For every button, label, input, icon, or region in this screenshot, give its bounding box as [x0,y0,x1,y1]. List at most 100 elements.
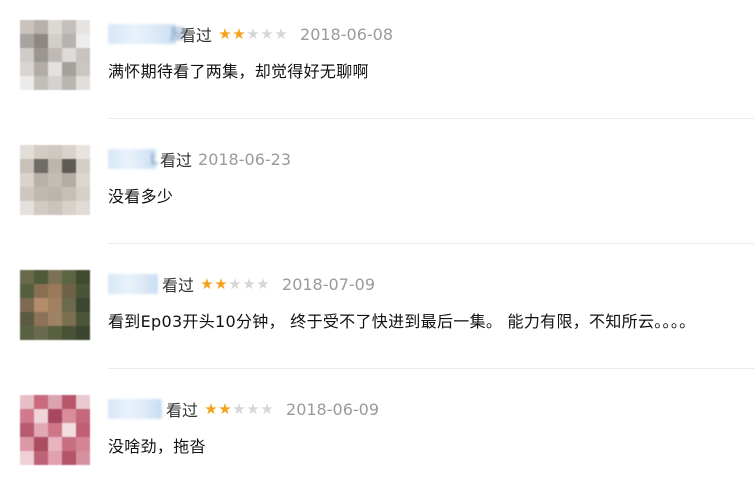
avatar-pixel [62,298,76,312]
avatar-pixel [34,451,48,465]
review-meta: L 看过 2018-06-23 [108,147,291,171]
avatar-pixel [62,76,76,90]
review-meta: 屋 看过 ★ ★ ★ ★ ★ 2018-06-08 [108,22,393,46]
avatar-pixel [20,62,34,76]
avatar-pixel [76,34,90,48]
watched-status: 看过 [160,151,193,170]
avatar-pixel [76,423,90,437]
avatar-pixel [76,145,90,159]
review-item: 屋 看过 ★ ★ ★ ★ ★ 2018-06-08 满怀期待看了两集，却觉得好无聊啊 [0,0,754,125]
avatar-pixel [20,48,34,62]
avatar[interactable] [20,20,90,90]
review-item: L 看过 2018-06-23 没看多少 [0,125,754,250]
review-meta: 看过 ★ ★ ★ ★ ★ 2018-07-09 [108,272,375,296]
avatar-pixel [76,159,90,173]
star-empty-icon: ★ [260,25,274,43]
avatar-pixel [62,284,76,298]
username-link[interactable] [108,274,158,294]
avatar-pixel [20,395,34,409]
avatar-pixel [62,451,76,465]
review-item: 看过 ★ ★ ★ ★ ★ 2018-06-09 没啥劲，拖沓 [0,375,754,500]
avatar-pixel [76,409,90,423]
avatar-pixel [48,284,62,298]
avatar-pixel [20,187,34,201]
avatar-pixel [62,201,76,215]
avatar[interactable] [20,145,90,215]
avatar-pixel [34,298,48,312]
username-link[interactable]: L [108,149,158,169]
avatar-pixel [20,298,34,312]
avatar-pixel [20,409,34,423]
avatar-pixel [48,423,62,437]
avatar-pixel [48,312,62,326]
avatar-pixel [76,173,90,187]
avatar-pixel [34,201,48,215]
avatar-pixel [62,145,76,159]
avatar-pixel [76,298,90,312]
avatar-pixel [62,437,76,451]
avatar-pixel [48,451,62,465]
avatar-pixel [48,270,62,284]
avatar-pixel [34,284,48,298]
avatar-pixel [48,437,62,451]
avatar-pixel [34,34,48,48]
username-link[interactable] [108,399,162,419]
rating-stars: ★ ★ ★ ★ ★ [200,276,270,292]
avatar-pixel [76,62,90,76]
avatar-pixel [20,270,34,284]
rating-stars: ★ ★ ★ ★ ★ [218,26,288,42]
username-link[interactable]: 屋 [108,24,185,44]
review-date: 2018-06-23 [198,149,291,169]
avatar-pixel [20,451,34,465]
review-date: 2018-06-08 [300,24,393,44]
avatar-pixel [48,159,62,173]
avatar-pixel [48,395,62,409]
avatar-pixel [62,159,76,173]
avatar-pixel [20,173,34,187]
avatar-pixel [34,187,48,201]
avatar-pixel [20,284,34,298]
avatar-pixel [62,48,76,62]
avatar-pixel [62,34,76,48]
avatar[interactable] [20,395,90,465]
star-empty-icon: ★ [274,25,288,43]
avatar-pixel [20,423,34,437]
avatar-pixel [20,34,34,48]
avatar-pixel [76,20,90,34]
avatar-pixel [20,312,34,326]
avatar-pixel [34,409,48,423]
divider [108,118,754,119]
avatar-pixel [34,62,48,76]
avatar-pixel [20,20,34,34]
avatar-pixel [34,76,48,90]
avatar-pixel [34,326,48,340]
star-empty-icon: ★ [242,275,256,293]
avatar-pixel [62,312,76,326]
avatar-pixel [76,201,90,215]
avatar-pixel [62,326,76,340]
avatar-pixel [48,187,62,201]
avatar-pixel [62,409,76,423]
avatar-pixel [76,270,90,284]
review-comment: 没看多少 [108,187,174,206]
avatar-pixel [34,437,48,451]
avatar-pixel [76,437,90,451]
avatar-pixel [62,62,76,76]
star-filled-icon: ★ [214,275,228,293]
divider [108,243,754,244]
avatar-pixel [76,48,90,62]
review-date: 2018-07-09 [282,274,375,294]
review-comment: 没啥劲，拖沓 [108,437,206,456]
star-empty-icon: ★ [246,25,260,43]
star-empty-icon: ★ [232,400,246,418]
review-meta: 看过 ★ ★ ★ ★ ★ 2018-06-09 [108,397,379,421]
avatar-pixel [48,48,62,62]
avatar-pixel [48,34,62,48]
avatar-pixel [62,270,76,284]
avatar-pixel [34,173,48,187]
avatar-pixel [76,451,90,465]
avatar[interactable] [20,270,90,340]
star-filled-icon: ★ [218,400,232,418]
star-empty-icon: ★ [228,275,242,293]
avatar-pixel [76,326,90,340]
